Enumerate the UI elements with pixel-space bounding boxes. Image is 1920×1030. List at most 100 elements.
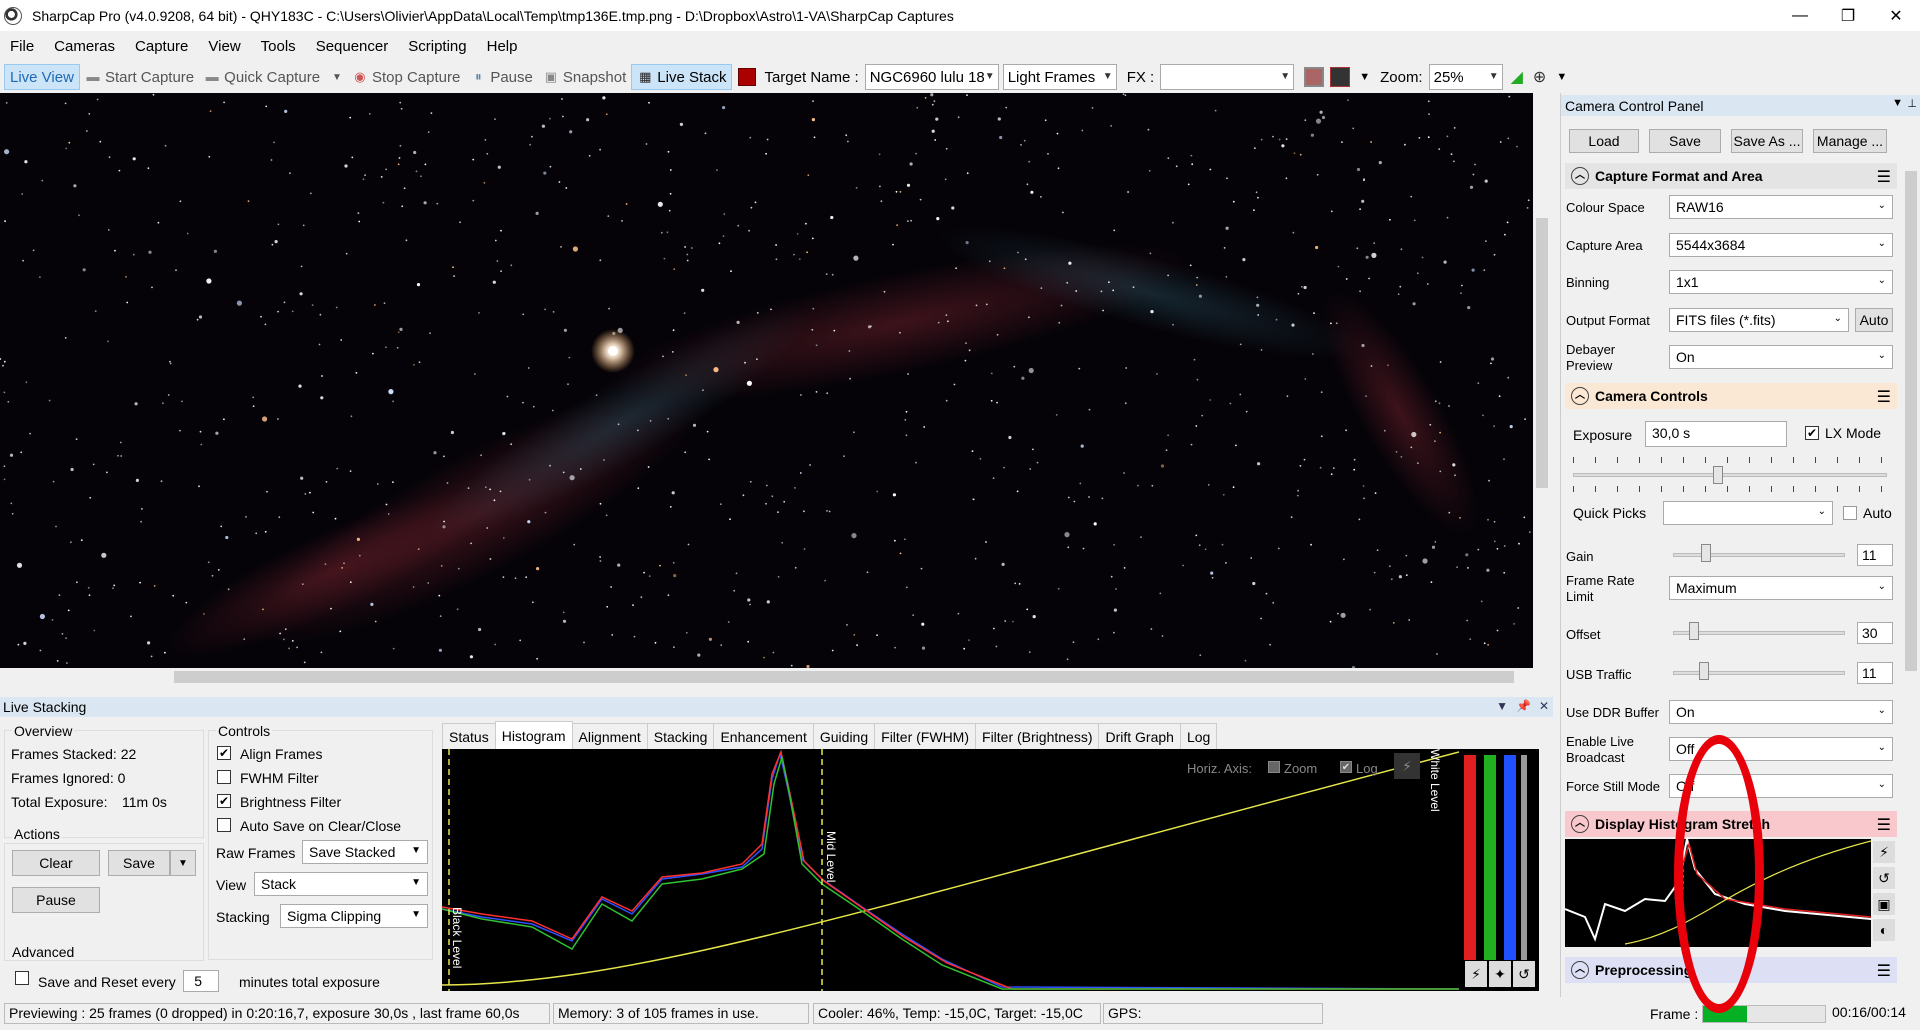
image-view[interactable] <box>0 93 1533 668</box>
tab-filter-fwhm[interactable]: Filter (FWHM) <box>874 723 977 749</box>
exposure-input[interactable]: 30,0 s <box>1645 421 1787 447</box>
red-level-slider[interactable] <box>1464 755 1476 960</box>
pause-button[interactable]: ⏸ Pause <box>465 64 538 90</box>
exposure-slider-thumb[interactable] <box>1713 466 1723 484</box>
output-format-dropdown[interactable]: FITS files (*.fits) ⌄ <box>1669 308 1849 332</box>
tab-status[interactable]: Status <box>442 723 496 749</box>
auto-exposure-checkbox[interactable] <box>1843 506 1857 520</box>
reset-icon[interactable]: ↺ <box>1873 867 1895 889</box>
log-checkbox[interactable]: ✔ <box>1340 761 1352 773</box>
usb-traffic-slider-thumb[interactable] <box>1699 662 1709 680</box>
menu-cameras[interactable]: Cameras <box>44 38 125 55</box>
binning-dropdown[interactable]: 1x1 ⌄ <box>1669 270 1893 294</box>
gain-input[interactable]: 11 <box>1857 544 1893 566</box>
menu-tools[interactable]: Tools <box>251 38 306 55</box>
frame-rate-dropdown[interactable]: Maximum ⌄ <box>1669 576 1893 600</box>
save-stack-button[interactable]: Save <box>108 850 170 876</box>
camera-controls-section-header[interactable]: ︿ Camera Controls ☰ <box>1565 383 1897 409</box>
display-histogram-plot[interactable] <box>1565 839 1871 947</box>
offset-input[interactable]: 30 <box>1857 622 1893 644</box>
zoom-checkbox[interactable] <box>1268 761 1280 773</box>
chevron-down-icon[interactable]: ▼ <box>1359 71 1370 83</box>
luminance-level-slider[interactable] <box>1521 755 1527 960</box>
scroll-thumb[interactable] <box>1536 218 1548 488</box>
chevron-down-icon[interactable]: ▼ <box>1496 699 1508 713</box>
exposure-slider[interactable] <box>1573 473 1887 477</box>
menu-scripting[interactable]: Scripting <box>398 38 476 55</box>
tab-drift-graph[interactable]: Drift Graph <box>1098 723 1181 749</box>
lx-mode-checkbox[interactable]: ✔ <box>1805 426 1819 440</box>
menu-help[interactable]: Help <box>477 38 528 55</box>
quick-capture-button[interactable]: ▬ Quick Capture ▼ <box>199 64 347 90</box>
gain-slider-thumb[interactable] <box>1701 544 1711 562</box>
menu-sequencer[interactable]: Sequencer <box>306 38 399 55</box>
live-view-button[interactable]: Live View <box>4 64 80 90</box>
overlay-icon[interactable] <box>1330 67 1351 87</box>
chevron-down-icon[interactable]: ▼ <box>332 72 342 83</box>
histogram-icon[interactable]: ◢ <box>1511 67 1523 87</box>
chevron-down-icon[interactable]: ▼ <box>1892 97 1903 109</box>
histogram-plot[interactable]: Horiz. Axis: Zoom ✔ Log ⚡ Black Level Mi… <box>442 749 1459 991</box>
tab-guiding[interactable]: Guiding <box>812 723 876 749</box>
save-button[interactable]: Save <box>1649 129 1721 153</box>
menu-view[interactable]: View <box>198 38 250 55</box>
usb-traffic-input[interactable]: 11 <box>1857 662 1893 684</box>
sparkle-icon[interactable]: ✦ <box>1489 961 1511 987</box>
color-balance-sliders[interactable]: ⚡ ✦ ↺ <box>1459 749 1539 991</box>
tab-log[interactable]: Log <box>1179 723 1218 749</box>
pin-icon[interactable]: ⊥ <box>1907 97 1917 110</box>
force-still-dropdown[interactable]: Off ⌄ <box>1669 774 1893 798</box>
reset-icon[interactable]: ↺ <box>1513 961 1535 987</box>
debayer-preview-dropdown[interactable]: On ⌄ <box>1669 345 1893 369</box>
tab-alignment[interactable]: Alignment <box>571 723 648 749</box>
capture-area-dropdown[interactable]: 5544x3684 ⌄ <box>1669 233 1893 257</box>
tab-enhancement[interactable]: Enhancement <box>713 723 814 749</box>
save-as-button[interactable]: Save As ... <box>1731 129 1803 153</box>
lightning-icon[interactable]: ⚡ <box>1394 753 1420 779</box>
auto-save-checkbox[interactable] <box>217 818 231 832</box>
chevron-down-icon[interactable]: ▼ <box>1556 71 1567 83</box>
ddr-buffer-dropdown[interactable]: On ⌄ <box>1669 700 1893 724</box>
load-button[interactable]: Load <box>1569 129 1639 153</box>
blue-level-slider[interactable] <box>1504 755 1516 960</box>
menu-capture[interactable]: Capture <box>125 38 198 55</box>
manage-button[interactable]: Manage ... <box>1813 129 1887 153</box>
minimize-button[interactable]: — <box>1776 0 1824 31</box>
save-options-dropdown[interactable]: ▼ <box>170 850 196 876</box>
view-dropdown[interactable]: Stack ▼ <box>254 872 428 896</box>
hamburger-icon[interactable]: ☰ <box>1877 815 1891 835</box>
save-icon[interactable]: ▣ <box>1873 893 1895 915</box>
close-icon[interactable]: ✕ <box>1539 699 1549 713</box>
tab-histogram[interactable]: Histogram <box>494 721 573 749</box>
target-name-combo[interactable]: NGC6960 lulu 18 ▼ <box>864 64 999 90</box>
image-horizontal-scrollbar[interactable] <box>0 668 1533 686</box>
stop-capture-button[interactable]: ◉ Stop Capture <box>347 64 465 90</box>
gain-slider[interactable] <box>1673 553 1845 557</box>
tab-filter-brightness[interactable]: Filter (Brightness) <box>975 723 1100 749</box>
reticle-icon[interactable] <box>1304 67 1325 87</box>
auto-format-button[interactable]: Auto <box>1855 308 1893 332</box>
save-reset-checkbox[interactable] <box>15 971 29 985</box>
menu-file[interactable]: File <box>0 38 44 55</box>
fwhm-filter-checkbox[interactable] <box>217 770 231 784</box>
save-reset-minutes-input[interactable]: 5 <box>183 970 219 992</box>
lightning-icon[interactable]: ⚡ <box>1873 841 1895 863</box>
magnifier-icon[interactable]: ⊕ <box>1533 67 1546 87</box>
quick-picks-dropdown[interactable]: ⌄ <box>1663 501 1833 525</box>
image-vertical-scrollbar[interactable] <box>1533 93 1551 668</box>
hamburger-icon[interactable]: ☰ <box>1877 387 1891 407</box>
stacking-dropdown[interactable]: Sigma Clipping ▼ <box>280 904 428 928</box>
capture-format-section-header[interactable]: ︿ Capture Format and Area ☰ <box>1565 163 1897 189</box>
panel-scrollbar[interactable] <box>1903 117 1919 993</box>
scroll-thumb[interactable] <box>174 671 1514 683</box>
preprocessing-section-header[interactable]: ︿ Preprocessing ☰ <box>1565 957 1897 983</box>
lightning-icon[interactable]: ⚡ <box>1465 961 1487 987</box>
raw-frames-dropdown[interactable]: Save Stacked ▼ <box>302 840 428 864</box>
clear-button[interactable]: Clear <box>12 850 100 876</box>
pause-stack-button[interactable]: Pause <box>12 887 100 913</box>
snapshot-button[interactable]: ▣ Snapshot <box>538 64 631 90</box>
hamburger-icon[interactable]: ☰ <box>1877 961 1891 981</box>
tab-stacking[interactable]: Stacking <box>646 723 715 749</box>
ngc-icon[interactable] <box>738 68 757 86</box>
green-level-slider[interactable] <box>1484 755 1496 960</box>
